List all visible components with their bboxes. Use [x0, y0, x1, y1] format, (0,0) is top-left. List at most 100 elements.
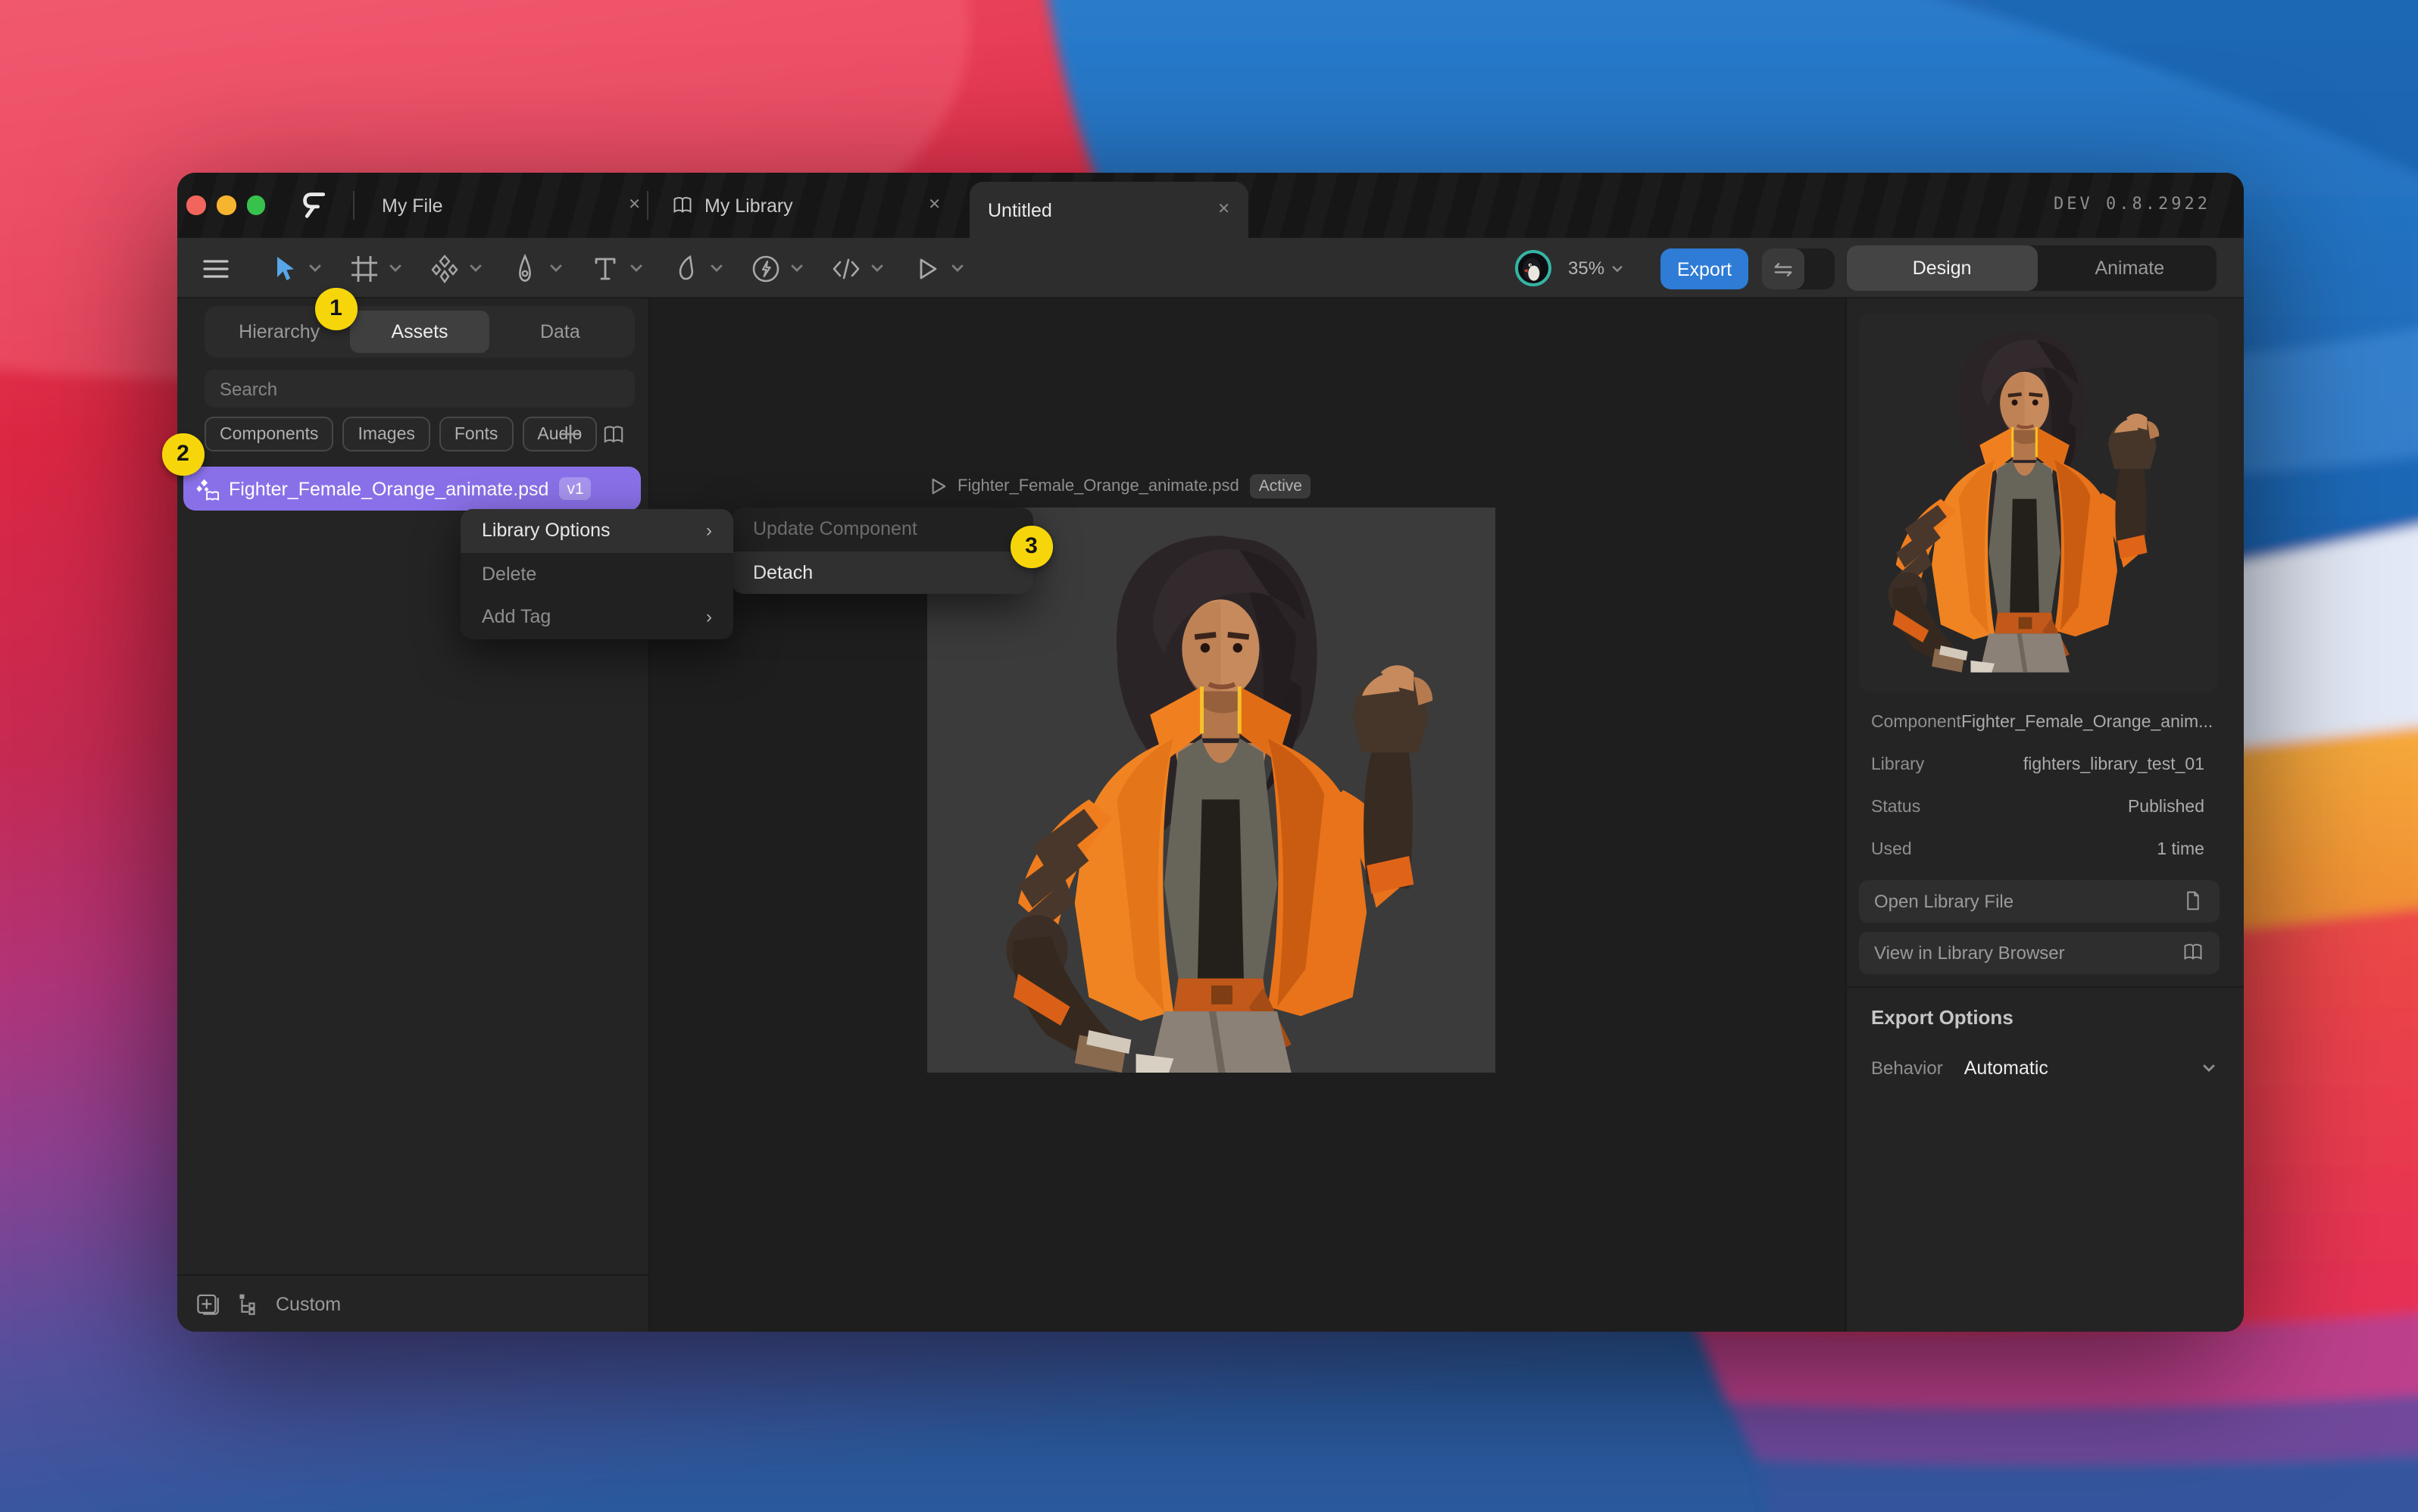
filter-components[interactable]: Components	[205, 417, 333, 451]
text-tool[interactable]	[589, 252, 644, 284]
events-tool[interactable]	[750, 252, 804, 284]
pen-tool[interactable]	[509, 252, 564, 284]
zoom-level-control[interactable]: 35%	[1568, 238, 1624, 298]
asset-filter-row: Components Images Fonts Audio	[205, 417, 597, 451]
property-label: Used	[1871, 841, 1912, 859]
chevron-down-icon	[1610, 263, 1624, 273]
toolbar: 35% Export Design Animate	[177, 238, 2244, 298]
submenu-arrow-icon: ›	[706, 607, 712, 628]
property-value: Fighter_Female_Orange_anim...	[1961, 714, 2213, 732]
canvas[interactable]: Fighter_Female_Orange_animate.psd Active	[650, 298, 1845, 1332]
add-custom-asset-icon[interactable]	[195, 1291, 221, 1317]
desktop: My File ✕ My Library ✕ Untitled ✕ DEV 0.…	[0, 0, 2418, 1512]
tab-data[interactable]: Data	[490, 311, 630, 353]
property-label: Component	[1871, 714, 1961, 732]
chevron-down-icon[interactable]	[789, 262, 804, 274]
status-badge: Active	[1250, 474, 1311, 498]
file-icon	[2182, 890, 2204, 913]
filter-images[interactable]: Images	[342, 417, 430, 451]
artboard-tool[interactable]	[348, 252, 403, 284]
chevron-down-icon[interactable]	[709, 262, 724, 274]
property-row: Library fighters_library_test_01	[1871, 744, 2204, 786]
app-window: My File ✕ My Library ✕ Untitled ✕ DEV 0.…	[177, 173, 2244, 1332]
menu-item-detach[interactable]: Detach	[732, 551, 1033, 594]
tab-my-library[interactable]: My Library ✕	[671, 173, 941, 238]
book-icon	[671, 194, 694, 217]
chevron-down-icon[interactable]	[308, 262, 323, 274]
annotation-badge-3: 3	[1011, 526, 1052, 567]
artboard-label-row[interactable]: Fighter_Female_Orange_animate.psd Active	[930, 473, 1311, 500]
tab-label: My File	[382, 195, 443, 216]
rive-logo-icon	[301, 189, 329, 221]
shapes-icon	[429, 252, 461, 284]
tab-animate[interactable]: Animate	[2037, 245, 2222, 291]
text-icon	[589, 252, 621, 284]
filter-fonts[interactable]: Fonts	[439, 417, 514, 451]
asset-item-selected[interactable]: Fighter_Female_Orange_animate.psd v1	[183, 467, 641, 511]
add-asset-icon[interactable]	[559, 423, 582, 445]
asset-version-badge: v1	[559, 477, 591, 500]
menu-item-label: Detach	[753, 562, 813, 583]
shapes-tool[interactable]	[429, 252, 483, 284]
property-value: Published	[2128, 798, 2204, 817]
asset-name: Fighter_Female_Orange_animate.psd	[229, 478, 548, 499]
sidebar: Hierarchy Assets Data Components Images …	[177, 298, 650, 1332]
menu-item-library-options[interactable]: Library Options ›	[461, 509, 733, 552]
chevron-down-icon	[2201, 1062, 2216, 1074]
fighter-character-thumbnail	[1859, 314, 2218, 692]
search-input[interactable]	[205, 370, 635, 408]
component-preview	[1859, 314, 2218, 692]
tab-assets[interactable]: Assets	[349, 311, 489, 353]
export-button[interactable]: Export	[1660, 248, 1748, 289]
chevron-down-icon[interactable]	[629, 262, 644, 274]
mode-switch: Design Animate	[1847, 245, 2216, 291]
user-avatar[interactable]	[1515, 250, 1551, 286]
tab-untitled[interactable]: Untitled ✕	[970, 182, 1248, 238]
close-tab-icon[interactable]: ✕	[928, 197, 941, 214]
play-tool[interactable]	[911, 252, 965, 284]
chevron-down-icon[interactable]	[388, 262, 403, 274]
property-row: Used 1 time	[1871, 829, 2204, 871]
chevron-down-icon[interactable]	[870, 262, 885, 274]
property-row: Status Published	[1871, 786, 2204, 829]
tab-label: Untitled	[988, 199, 1052, 220]
zoom-window-button[interactable]	[246, 195, 265, 214]
menu-item-delete[interactable]: Delete	[461, 552, 733, 595]
select-tool[interactable]	[268, 252, 323, 284]
code-tool[interactable]	[830, 252, 885, 284]
menu-item-label: Update Component	[753, 519, 917, 540]
open-library-file-button[interactable]: Open Library File	[1859, 880, 2220, 922]
panel-toggle[interactable]	[1762, 248, 1835, 289]
library-browser-icon[interactable]	[601, 422, 626, 446]
tab-my-file[interactable]: My File ✕	[371, 173, 641, 238]
sidebar-tab-bar: Hierarchy Assets Data	[205, 306, 635, 358]
divider	[1847, 986, 2244, 988]
annotation-badge-2: 2	[162, 433, 204, 475]
close-tab-icon[interactable]: ✕	[1217, 201, 1230, 218]
swap-arrows-icon	[1773, 260, 1794, 278]
chevron-down-icon[interactable]	[468, 262, 483, 274]
sidebar-footer: Custom	[177, 1274, 648, 1332]
minimize-window-button[interactable]	[217, 195, 236, 214]
behavior-dropdown[interactable]: Behavior Automatic	[1871, 1050, 2216, 1086]
cursor-icon	[268, 252, 300, 284]
chevron-down-icon[interactable]	[950, 262, 965, 274]
play-outline-icon[interactable]	[930, 477, 947, 495]
menu-item-add-tag[interactable]: Add Tag ›	[461, 595, 733, 639]
window-tab-bar: My File ✕ My Library ✕ Untitled ✕ DEV 0.…	[177, 173, 2244, 238]
menu-item-update-component[interactable]: Update Component	[732, 508, 1033, 551]
menu-item-label: Library Options	[482, 520, 611, 542]
menu-item-label: Add Tag	[482, 607, 551, 628]
close-tab-icon[interactable]: ✕	[628, 197, 641, 214]
hamburger-menu-icon[interactable]	[200, 252, 232, 284]
button-label: Open Library File	[1874, 891, 2013, 912]
tab-design[interactable]: Design	[1847, 245, 2037, 291]
paint-tool[interactable]	[670, 252, 724, 284]
view-in-library-browser-button[interactable]: View in Library Browser	[1859, 932, 2220, 973]
chevron-down-icon[interactable]	[548, 262, 564, 274]
property-label: Library	[1871, 756, 1924, 774]
custom-section-label[interactable]: Custom	[276, 1293, 341, 1314]
hierarchy-tree-icon	[236, 1292, 261, 1316]
book-icon	[2182, 942, 2204, 964]
close-window-button[interactable]	[186, 195, 205, 214]
